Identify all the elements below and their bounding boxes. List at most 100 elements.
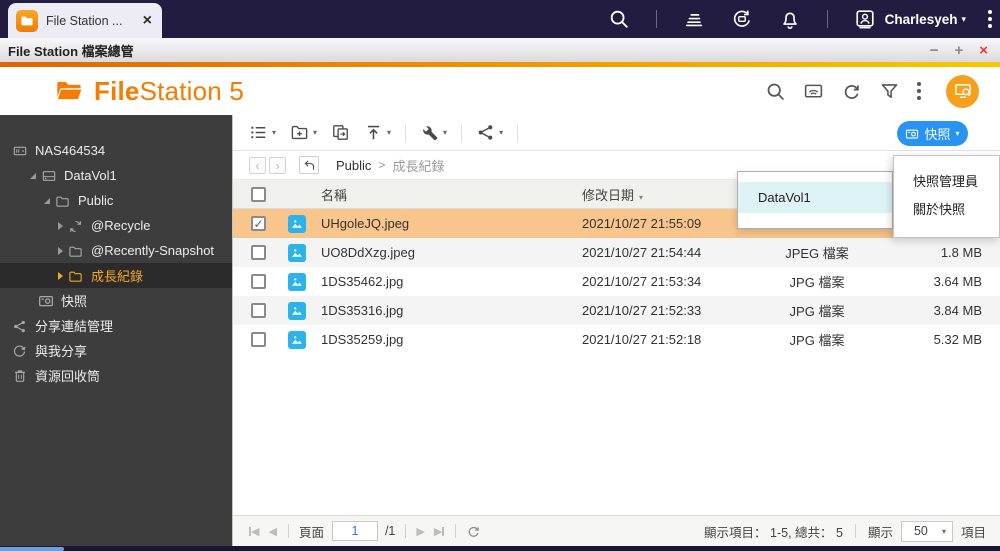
file-row[interactable]: ✓ 1DS35259.jpg 2021/10/27 21:52:18 JPG 檔… [233, 325, 1000, 354]
column-header-name[interactable]: 名稱 [321, 185, 582, 204]
sidebar-item-snapshot[interactable]: 快照 [0, 288, 232, 313]
tab-close-icon[interactable]: × [143, 13, 152, 29]
sidebar-item-shared-with-me[interactable]: 與我分享 [0, 338, 232, 363]
sidebar-item-recycle[interactable]: @Recycle [0, 213, 232, 238]
row-checkbox[interactable]: ✓ [251, 245, 266, 260]
caret-down-icon: ▾ [443, 128, 447, 137]
share-button[interactable]: ▾ [476, 123, 503, 142]
return-arrow-icon [303, 159, 316, 172]
sidebar-item-recycle-bin[interactable]: 資源回收筒 [0, 363, 232, 388]
breadcrumb-root[interactable]: Public [336, 158, 371, 173]
collapse-caret-icon[interactable] [44, 198, 50, 204]
copy-icon [331, 123, 350, 142]
sidebar-item-datavol1[interactable]: DataVol1 [0, 163, 232, 188]
breadcrumb-separator: > [378, 158, 385, 172]
refresh-icon[interactable] [841, 81, 862, 102]
more-actions-icon[interactable] [917, 82, 921, 100]
menu-item-snapshot-manager[interactable]: 快照管理員 [894, 168, 999, 196]
user-menu[interactable]: Charlesyeh [885, 12, 958, 27]
sidebar-item-recently-snapshot[interactable]: @Recently-Snapshot [0, 238, 232, 263]
tools-button[interactable]: ▾ [420, 123, 447, 142]
file-station-logo: FileStation 5 [54, 67, 244, 115]
file-row[interactable]: ✓ 1DS35462.jpg 2021/10/27 21:53:34 JPG 檔… [233, 267, 1000, 296]
expand-caret-icon[interactable] [58, 222, 63, 230]
window-minimize-button[interactable]: − [930, 43, 939, 58]
file-type: JPG 檔案 [742, 301, 892, 320]
snapshot-button[interactable]: 快照 ▾ [897, 121, 968, 146]
previous-page-button[interactable]: ◀ [268, 525, 276, 538]
qnap-desktop: File Station ... × Charlesyeh ▾ File Sta… [0, 0, 1000, 551]
caret-down-icon: ▾ [942, 527, 946, 536]
sync-status-icon[interactable] [731, 8, 753, 30]
next-page-button[interactable]: ▶ [416, 525, 424, 538]
snapshot-camera-icon [38, 293, 54, 309]
upload-button[interactable]: ▾ [364, 123, 391, 142]
copy-move-button[interactable] [331, 123, 350, 142]
folder-icon [68, 269, 83, 284]
refresh-list-icon[interactable] [466, 524, 481, 539]
search-icon[interactable] [765, 81, 786, 102]
window-maximize-button[interactable]: + [954, 43, 963, 58]
column-header-modified[interactable]: 修改日期▾ [582, 185, 742, 204]
select-all-checkbox[interactable]: ✓ [251, 187, 266, 202]
global-search-icon[interactable] [608, 8, 630, 30]
notifications-bell-icon[interactable] [779, 8, 801, 30]
filter-icon[interactable] [879, 81, 900, 102]
file-size: 3.64 MB [892, 274, 982, 289]
file-station-tab[interactable]: File Station ... × [8, 3, 162, 38]
topbar-divider [827, 10, 828, 28]
row-checkbox[interactable]: ✓ [251, 216, 266, 231]
file-row[interactable]: ✓ UO8DdXzg.jpeg 2021/10/27 21:54:44 JPEG… [233, 238, 1000, 267]
background-tasks-icon[interactable] [683, 8, 705, 30]
expand-caret-icon[interactable] [58, 247, 63, 255]
items-label: 項目 [961, 522, 986, 541]
folder-icon [55, 194, 70, 209]
sidebar-item-share-link-management[interactable]: 分享連結管理 [0, 313, 232, 338]
app-header: FileStation 5 [0, 67, 1000, 115]
file-modified: 2021/10/27 21:52:33 [582, 303, 742, 318]
menu-item-about-snapshot[interactable]: 關於快照 [894, 196, 999, 224]
create-folder-button[interactable]: ▾ [290, 123, 317, 142]
nas-icon [12, 143, 28, 159]
file-type: JPG 檔案 [742, 272, 892, 291]
file-row[interactable]: ✓ 1DS35316.jpg 2021/10/27 21:52:33 JPG 檔… [233, 296, 1000, 325]
pagination-divider [455, 524, 456, 538]
share-icon [12, 319, 27, 334]
sidebar-item-growth-records[interactable]: 成長紀錄 [0, 263, 232, 288]
remote-display-icon[interactable] [803, 81, 824, 102]
topbar-divider [656, 10, 657, 28]
window-close-button[interactable]: × [979, 43, 988, 58]
last-page-button[interactable]: ▶ [434, 525, 444, 538]
file-modified: 2021/10/27 21:53:34 [582, 274, 742, 289]
user-menu-caret-icon[interactable]: ▾ [961, 14, 966, 25]
first-page-button[interactable]: ◀ [249, 525, 259, 538]
file-size: 5.32 MB [892, 332, 982, 347]
logo-folder-icon [54, 77, 84, 105]
row-checkbox[interactable]: ✓ [251, 274, 266, 289]
row-checkbox[interactable]: ✓ [251, 332, 266, 347]
sidebar-item-nas[interactable]: NAS464534 [0, 138, 232, 163]
sidebar-item-public[interactable]: Public [0, 188, 232, 213]
wrench-icon [420, 123, 439, 142]
page-number-input[interactable] [332, 521, 378, 541]
toolbar-divider [517, 124, 518, 142]
qsirch-button[interactable] [946, 75, 979, 108]
forward-button[interactable]: › [269, 157, 286, 174]
sort-caret-icon: ▾ [639, 193, 643, 202]
window-titlebar: File Station 檔案總管 − + × [0, 38, 1000, 62]
folder-tree-sidebar: NAS464534 DataVol1 Public @Recycle @Rece… [0, 115, 232, 546]
user-badge-icon[interactable] [854, 8, 876, 30]
submenu-item-datavol1[interactable]: DataVol1 [738, 182, 892, 213]
view-mode-button[interactable]: ▾ [249, 123, 276, 142]
collapse-caret-icon[interactable] [30, 173, 36, 179]
page-size-select[interactable]: 50▾ [901, 521, 953, 542]
back-button[interactable]: ‹ [249, 157, 266, 174]
more-options-icon[interactable] [988, 10, 992, 28]
share-icon [476, 123, 495, 142]
go-up-button[interactable] [299, 156, 319, 174]
list-view-icon [249, 123, 268, 142]
taskbar-accent [0, 547, 64, 551]
row-checkbox[interactable]: ✓ [251, 303, 266, 318]
toolbar-divider [405, 124, 406, 142]
expand-caret-icon[interactable] [58, 272, 63, 280]
